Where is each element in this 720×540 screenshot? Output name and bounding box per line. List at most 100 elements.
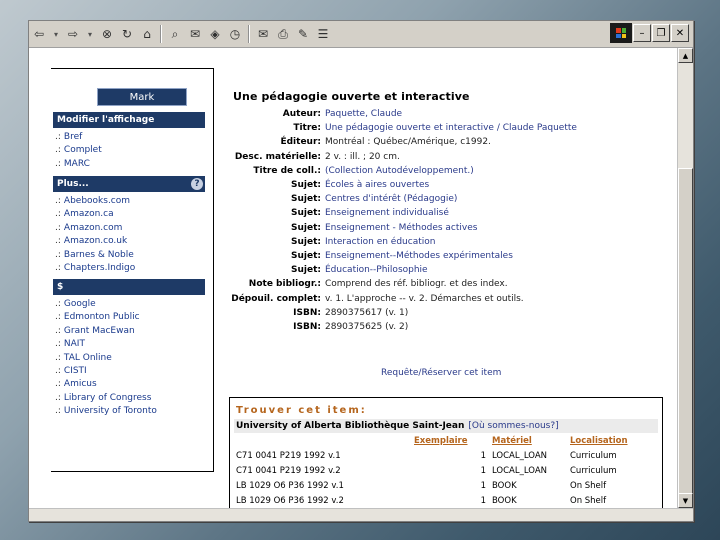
scroll-thumb[interactable]: [678, 168, 693, 520]
browser-toolbar: ⇦ ▾ ⇨ ▾ ⊗ ↻ ⌂ ⌕ ✉ ◈ ◷ ✉ ⎙ ✎ ☰ – ❐ ✕: [29, 21, 693, 48]
mark-button[interactable]: Mark: [97, 88, 187, 106]
library-link[interactable]: Edmonton Public: [64, 312, 140, 322]
holdings-table: Exemplaire Matériel Localisation C71 004…: [236, 436, 656, 508]
column-header-copy[interactable]: Exemplaire: [414, 436, 468, 446]
back-dropdown-icon[interactable]: ▾: [51, 24, 61, 44]
scroll-up-icon[interactable]: ▲: [678, 48, 693, 63]
mail-icon[interactable]: ✉: [255, 24, 271, 44]
bookseller-link[interactable]: Barnes & Noble: [64, 250, 134, 260]
bookseller-link[interactable]: Chapters.Indigo: [64, 263, 135, 273]
library-item: .: CISTI: [55, 365, 157, 378]
table-row: C71 0041 P219 1992 v.2 1 LOCAL_LOAN Curricu…: [236, 466, 656, 481]
record-field-value: 2 v. : ill. ; 20 cm.: [325, 151, 400, 162]
minimize-button[interactable]: –: [633, 24, 651, 42]
library-item: .: Edmonton Public: [55, 311, 157, 324]
bullet: .:: [55, 145, 61, 156]
bullet: .:: [55, 299, 61, 309]
help-icon[interactable]: ?: [191, 178, 203, 190]
record-field-link[interactable]: Éducation--Philosophie: [325, 263, 428, 277]
scroll-down-icon[interactable]: ▼: [678, 493, 693, 508]
record-field-row: Sujet: Éducation--Philosophie: [225, 263, 577, 277]
edit-icon[interactable]: ✎: [295, 24, 311, 44]
media-icon[interactable]: ◈: [207, 24, 223, 44]
record-field-label: Titre:: [293, 123, 321, 134]
bookseller-link[interactable]: Abebooks.com: [64, 196, 130, 206]
restore-button[interactable]: ❐: [652, 24, 670, 42]
record-field-link[interactable]: Interaction en éducation: [325, 235, 435, 249]
record-field-value: 2890375617 (v. 1): [325, 307, 409, 318]
material-cell: BOOK: [492, 496, 517, 506]
record-field-link[interactable]: (Collection Autodéveloppement.): [325, 164, 474, 178]
display-options-list: .: Bref.: Complet.: MARC: [55, 131, 102, 171]
column-header-material[interactable]: Matériel: [492, 436, 532, 446]
bullet: .:: [55, 263, 61, 274]
library-item: .: Amicus: [55, 378, 157, 391]
record-field-link[interactable]: Écoles à aires ouvertes: [325, 178, 429, 192]
library-link[interactable]: Amicus: [64, 379, 97, 389]
material-cell: LOCAL_LOAN: [492, 466, 548, 476]
forward-arrow-icon[interactable]: ⇨: [65, 24, 81, 44]
record-field-link[interactable]: Enseignement--Méthodes expérimentales: [325, 249, 513, 263]
stop-icon[interactable]: ⊗: [99, 24, 115, 44]
call-number-cell: C71 0041 P219 1992 v.2: [236, 466, 341, 476]
library-link[interactable]: Grant MacEwan: [64, 326, 135, 336]
record-field-row: ISBN: 2890375617 (v. 1): [225, 306, 577, 320]
table-row: LB 1029 O6 P36 1992 v.1 1 BOOK On Shelf: [236, 481, 656, 496]
record-field-link[interactable]: Enseignement individualisé: [325, 206, 449, 220]
record-field-link[interactable]: Paquette, Claude: [325, 107, 402, 121]
table-row: LB 1029 O6 P36 1992 v.2 1 BOOK On Shelf: [236, 496, 656, 508]
display-option-item: .: MARC: [55, 158, 102, 171]
record-field-row: Dépouil. complet: v. 1. L'approche -- v. …: [225, 292, 577, 306]
forward-dropdown-icon[interactable]: ▾: [85, 24, 95, 44]
bullet: .:: [55, 249, 61, 260]
call-number-cell: LB 1029 O6 P36 1992 v.1: [236, 481, 344, 491]
horizontal-scrollbar[interactable]: [29, 508, 693, 521]
record-field-value: v. 1. L'approche -- v. 2. Démarches et o…: [325, 293, 524, 304]
dollar-heading: $: [53, 279, 205, 295]
record-field-row: Éditeur: Montréal : Québec/Amérique, c199…: [225, 135, 577, 149]
material-cell: LOCAL_LOAN: [492, 451, 548, 461]
bullet: .:: [55, 352, 61, 363]
display-option-link[interactable]: Complet: [64, 145, 102, 155]
record-field-label: Auteur:: [282, 109, 321, 119]
window-controls: – ❐ ✕: [610, 23, 689, 43]
search-icon[interactable]: ⌕: [167, 24, 183, 44]
library-link[interactable]: Google: [64, 299, 96, 309]
record-field-link[interactable]: Une pédagogie ouverte et interactive / C…: [325, 121, 577, 135]
record-field-row: Sujet: Enseignement - Méthodes actives: [225, 221, 577, 235]
copy-cell: 1: [480, 451, 486, 461]
library-item: .: Library of Congress: [55, 392, 157, 405]
record-field-link[interactable]: Enseignement - Méthodes actives: [325, 221, 477, 235]
library-item: .: TAL Online: [55, 352, 157, 365]
column-header-location[interactable]: Localisation: [570, 436, 628, 446]
where-are-we-link[interactable]: [Où sommes-nous?]: [468, 421, 558, 431]
library-link[interactable]: TAL Online: [64, 353, 112, 363]
record-field-row: ISBN: 2890375625 (v. 2): [225, 320, 577, 334]
vertical-scrollbar[interactable]: ▲ ▼: [677, 48, 693, 520]
bullet: .:: [55, 366, 61, 377]
bookseller-item: .: Chapters.Indigo: [55, 262, 135, 275]
home-icon[interactable]: ⌂: [139, 24, 155, 44]
record-field-link[interactable]: Centres d'intérêt (Pédagogie): [325, 192, 457, 206]
favorites-icon[interactable]: ✉: [187, 24, 203, 44]
table-header-row: Exemplaire Matériel Localisation: [236, 436, 656, 451]
print-icon[interactable]: ⎙: [275, 24, 291, 44]
record-field-label: Titre de coll.:: [253, 165, 321, 176]
bookseller-link[interactable]: Amazon.com: [64, 223, 122, 233]
close-button[interactable]: ✕: [671, 24, 689, 42]
display-option-link[interactable]: MARC: [64, 159, 90, 169]
back-arrow-icon[interactable]: ⇦: [31, 24, 47, 44]
discuss-icon[interactable]: ☰: [315, 24, 331, 44]
library-link[interactable]: NAIT: [64, 339, 85, 349]
display-option-link[interactable]: Bref: [64, 132, 82, 142]
library-link[interactable]: University of Toronto: [64, 406, 157, 416]
refresh-icon[interactable]: ↻: [119, 24, 135, 44]
library-link[interactable]: CISTI: [64, 366, 87, 376]
history-icon[interactable]: ◷: [227, 24, 243, 44]
bookseller-link[interactable]: Amazon.co.uk: [64, 236, 127, 246]
request-item-link[interactable]: Requête/Réserver cet item: [381, 368, 501, 378]
bookseller-link[interactable]: Amazon.ca: [64, 209, 114, 219]
library-item: .: Grant MacEwan: [55, 325, 157, 338]
library-link[interactable]: Library of Congress: [64, 393, 152, 403]
bullet: .:: [55, 379, 61, 390]
